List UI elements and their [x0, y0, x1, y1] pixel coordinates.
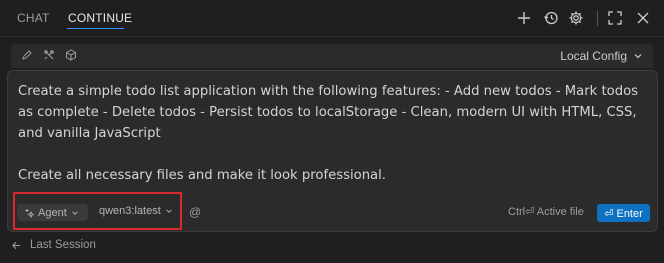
mode-label: Agent [38, 206, 67, 219]
arrow-left-icon [12, 241, 21, 249]
model-selector[interactable]: qwen3:latest [99, 205, 173, 217]
config-bar: Local Config [11, 44, 653, 68]
last-session-label: Last Session [30, 239, 96, 251]
toolbar-divider [597, 11, 598, 26]
close-icon[interactable] [634, 9, 652, 27]
prompt-text[interactable]: Create a simple todo list application wi… [18, 81, 643, 186]
plus-icon[interactable] [515, 9, 533, 27]
prompt-paragraph: Create all necessary files and make it l… [18, 168, 386, 183]
tools-icon[interactable] [42, 48, 56, 62]
last-session-link[interactable]: Last Session [11, 239, 96, 251]
tab-chat[interactable]: CHAT [17, 11, 50, 25]
chevron-down-icon [72, 210, 78, 215]
tab-continue[interactable]: CONTINUE [68, 11, 132, 25]
top-tab-bar: CHAT CONTINUE [0, 0, 664, 37]
sparkle-icon [25, 208, 34, 218]
mention-button[interactable]: @ [189, 205, 201, 219]
pencil-icon[interactable] [20, 48, 34, 62]
active-tab-indicator [67, 28, 124, 29]
prompt-paragraph: Create a simple todo list application wi… [18, 84, 639, 141]
gear-icon[interactable] [567, 9, 585, 27]
chevron-down-icon [166, 209, 172, 213]
enter-button[interactable]: ⏎ Enter [597, 204, 650, 222]
config-selector[interactable]: Local Config [560, 49, 627, 63]
mode-selector[interactable]: Agent [17, 204, 88, 221]
model-label: qwen3:latest [99, 205, 161, 217]
cube-icon[interactable] [64, 48, 78, 62]
history-icon[interactable] [542, 9, 560, 27]
fullscreen-icon[interactable] [606, 9, 624, 27]
active-file-hint[interactable]: Ctrl⏎ Active file [508, 205, 584, 218]
chevron-down-icon[interactable] [632, 50, 644, 62]
